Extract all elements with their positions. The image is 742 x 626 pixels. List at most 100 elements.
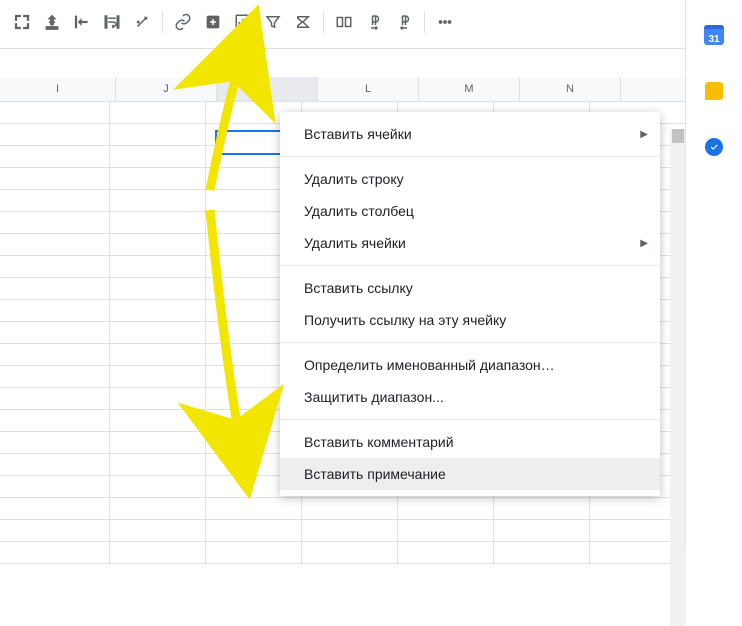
cell[interactable] [206,542,302,564]
context-menu-item[interactable]: Удалить строку [280,163,660,195]
cell[interactable] [494,542,590,564]
context-menu-item[interactable]: Вставить ссылку [280,272,660,304]
submenu-arrow-icon: ▶ [640,238,648,249]
cell[interactable] [0,300,110,322]
context-menu-item[interactable]: Вставить комментарий [280,426,660,458]
cell[interactable] [110,234,206,256]
cell[interactable] [0,234,110,256]
cell[interactable] [110,212,206,234]
calendar-day-label: 31 [708,34,719,45]
context-menu-item[interactable]: Определить именованный диапазон… [280,349,660,381]
cell[interactable] [0,388,110,410]
cell[interactable] [398,520,494,542]
cell[interactable] [0,322,110,344]
column-header-N[interactable]: N [520,77,621,101]
cell[interactable] [110,476,206,498]
column-header-I[interactable]: I [0,77,116,101]
cell[interactable] [110,520,206,542]
cell[interactable] [0,432,110,454]
cell[interactable] [110,190,206,212]
keep-icon[interactable] [703,80,725,102]
insert-chart-button[interactable] [229,8,257,36]
cell[interactable] [110,366,206,388]
cell[interactable] [206,520,302,542]
cell[interactable] [0,454,110,476]
wrap-button[interactable] [98,8,126,36]
context-menu-item[interactable]: Вставить ячейки▶ [280,118,660,150]
cell[interactable] [110,498,206,520]
submenu-arrow-icon: ▶ [640,129,648,140]
context-menu-label: Вставить примечание [304,466,446,482]
cell[interactable] [110,300,206,322]
cell[interactable] [0,124,110,146]
cell[interactable] [110,388,206,410]
context-menu-item[interactable]: Вставить примечание [280,458,660,490]
cell[interactable] [0,366,110,388]
cell[interactable] [0,212,110,234]
cell[interactable] [302,498,398,520]
cell[interactable] [0,278,110,300]
column-headers: IJKLMN [0,77,686,102]
cell[interactable] [0,190,110,212]
context-menu-item[interactable]: Удалить ячейки ▶ [280,227,660,259]
context-menu-label: Удалить ячейки [304,235,406,251]
context-menu-item[interactable]: Защитить диапазон... [280,381,660,413]
ltr-button[interactable] [360,8,388,36]
column-header-J[interactable]: J [116,77,217,101]
cell[interactable] [0,146,110,168]
cell[interactable] [398,498,494,520]
vertical-scrollbar[interactable] [670,129,686,626]
calendar-icon[interactable]: 31 [703,24,725,46]
cell[interactable] [0,520,110,542]
cell[interactable] [110,454,206,476]
cell[interactable] [494,520,590,542]
scrollbar-thumb[interactable] [672,129,684,143]
cell[interactable] [302,542,398,564]
functions-button[interactable] [289,8,317,36]
more-button[interactable] [431,8,459,36]
cell[interactable] [0,168,110,190]
context-menu-item[interactable]: Получить ссылку на эту ячейку [280,304,660,336]
context-menu-item[interactable]: Удалить столбец [280,195,660,227]
cell[interactable] [110,410,206,432]
halign-button[interactable] [68,8,96,36]
context-menu-label: Удалить строку [304,171,404,187]
cell[interactable] [494,498,590,520]
cell[interactable] [110,168,206,190]
text-rotate-button[interactable] [128,8,156,36]
cell[interactable] [0,542,110,564]
insert-comment-button[interactable] [199,8,227,36]
side-panel: 31 [685,0,742,546]
cell[interactable] [302,520,398,542]
valign-button[interactable] [38,8,66,36]
borders-button[interactable] [8,8,36,36]
cell[interactable] [110,102,206,124]
cell[interactable] [110,146,206,168]
cell[interactable] [0,102,110,124]
cell[interactable] [0,410,110,432]
toolbar-separator [162,11,163,33]
cell[interactable] [110,322,206,344]
cell[interactable] [110,256,206,278]
filter-button[interactable] [259,8,287,36]
cell[interactable] [110,124,206,146]
context-menu-separator [280,342,660,343]
cell[interactable] [110,344,206,366]
rtl-button[interactable] [390,8,418,36]
cell[interactable] [0,256,110,278]
cell[interactable] [0,498,110,520]
insert-link-button[interactable] [169,8,197,36]
cell[interactable] [0,476,110,498]
cell[interactable] [110,278,206,300]
column-header-K[interactable]: K [217,77,318,101]
tasks-icon[interactable] [703,136,725,158]
merge-button[interactable] [330,8,358,36]
cell[interactable] [110,432,206,454]
cell[interactable] [206,498,302,520]
cell[interactable] [110,542,206,564]
column-header-M[interactable]: M [419,77,520,101]
column-header-L[interactable]: L [318,77,419,101]
cell[interactable] [398,542,494,564]
cell[interactable] [0,344,110,366]
context-menu-label: Определить именованный диапазон… [304,357,555,373]
